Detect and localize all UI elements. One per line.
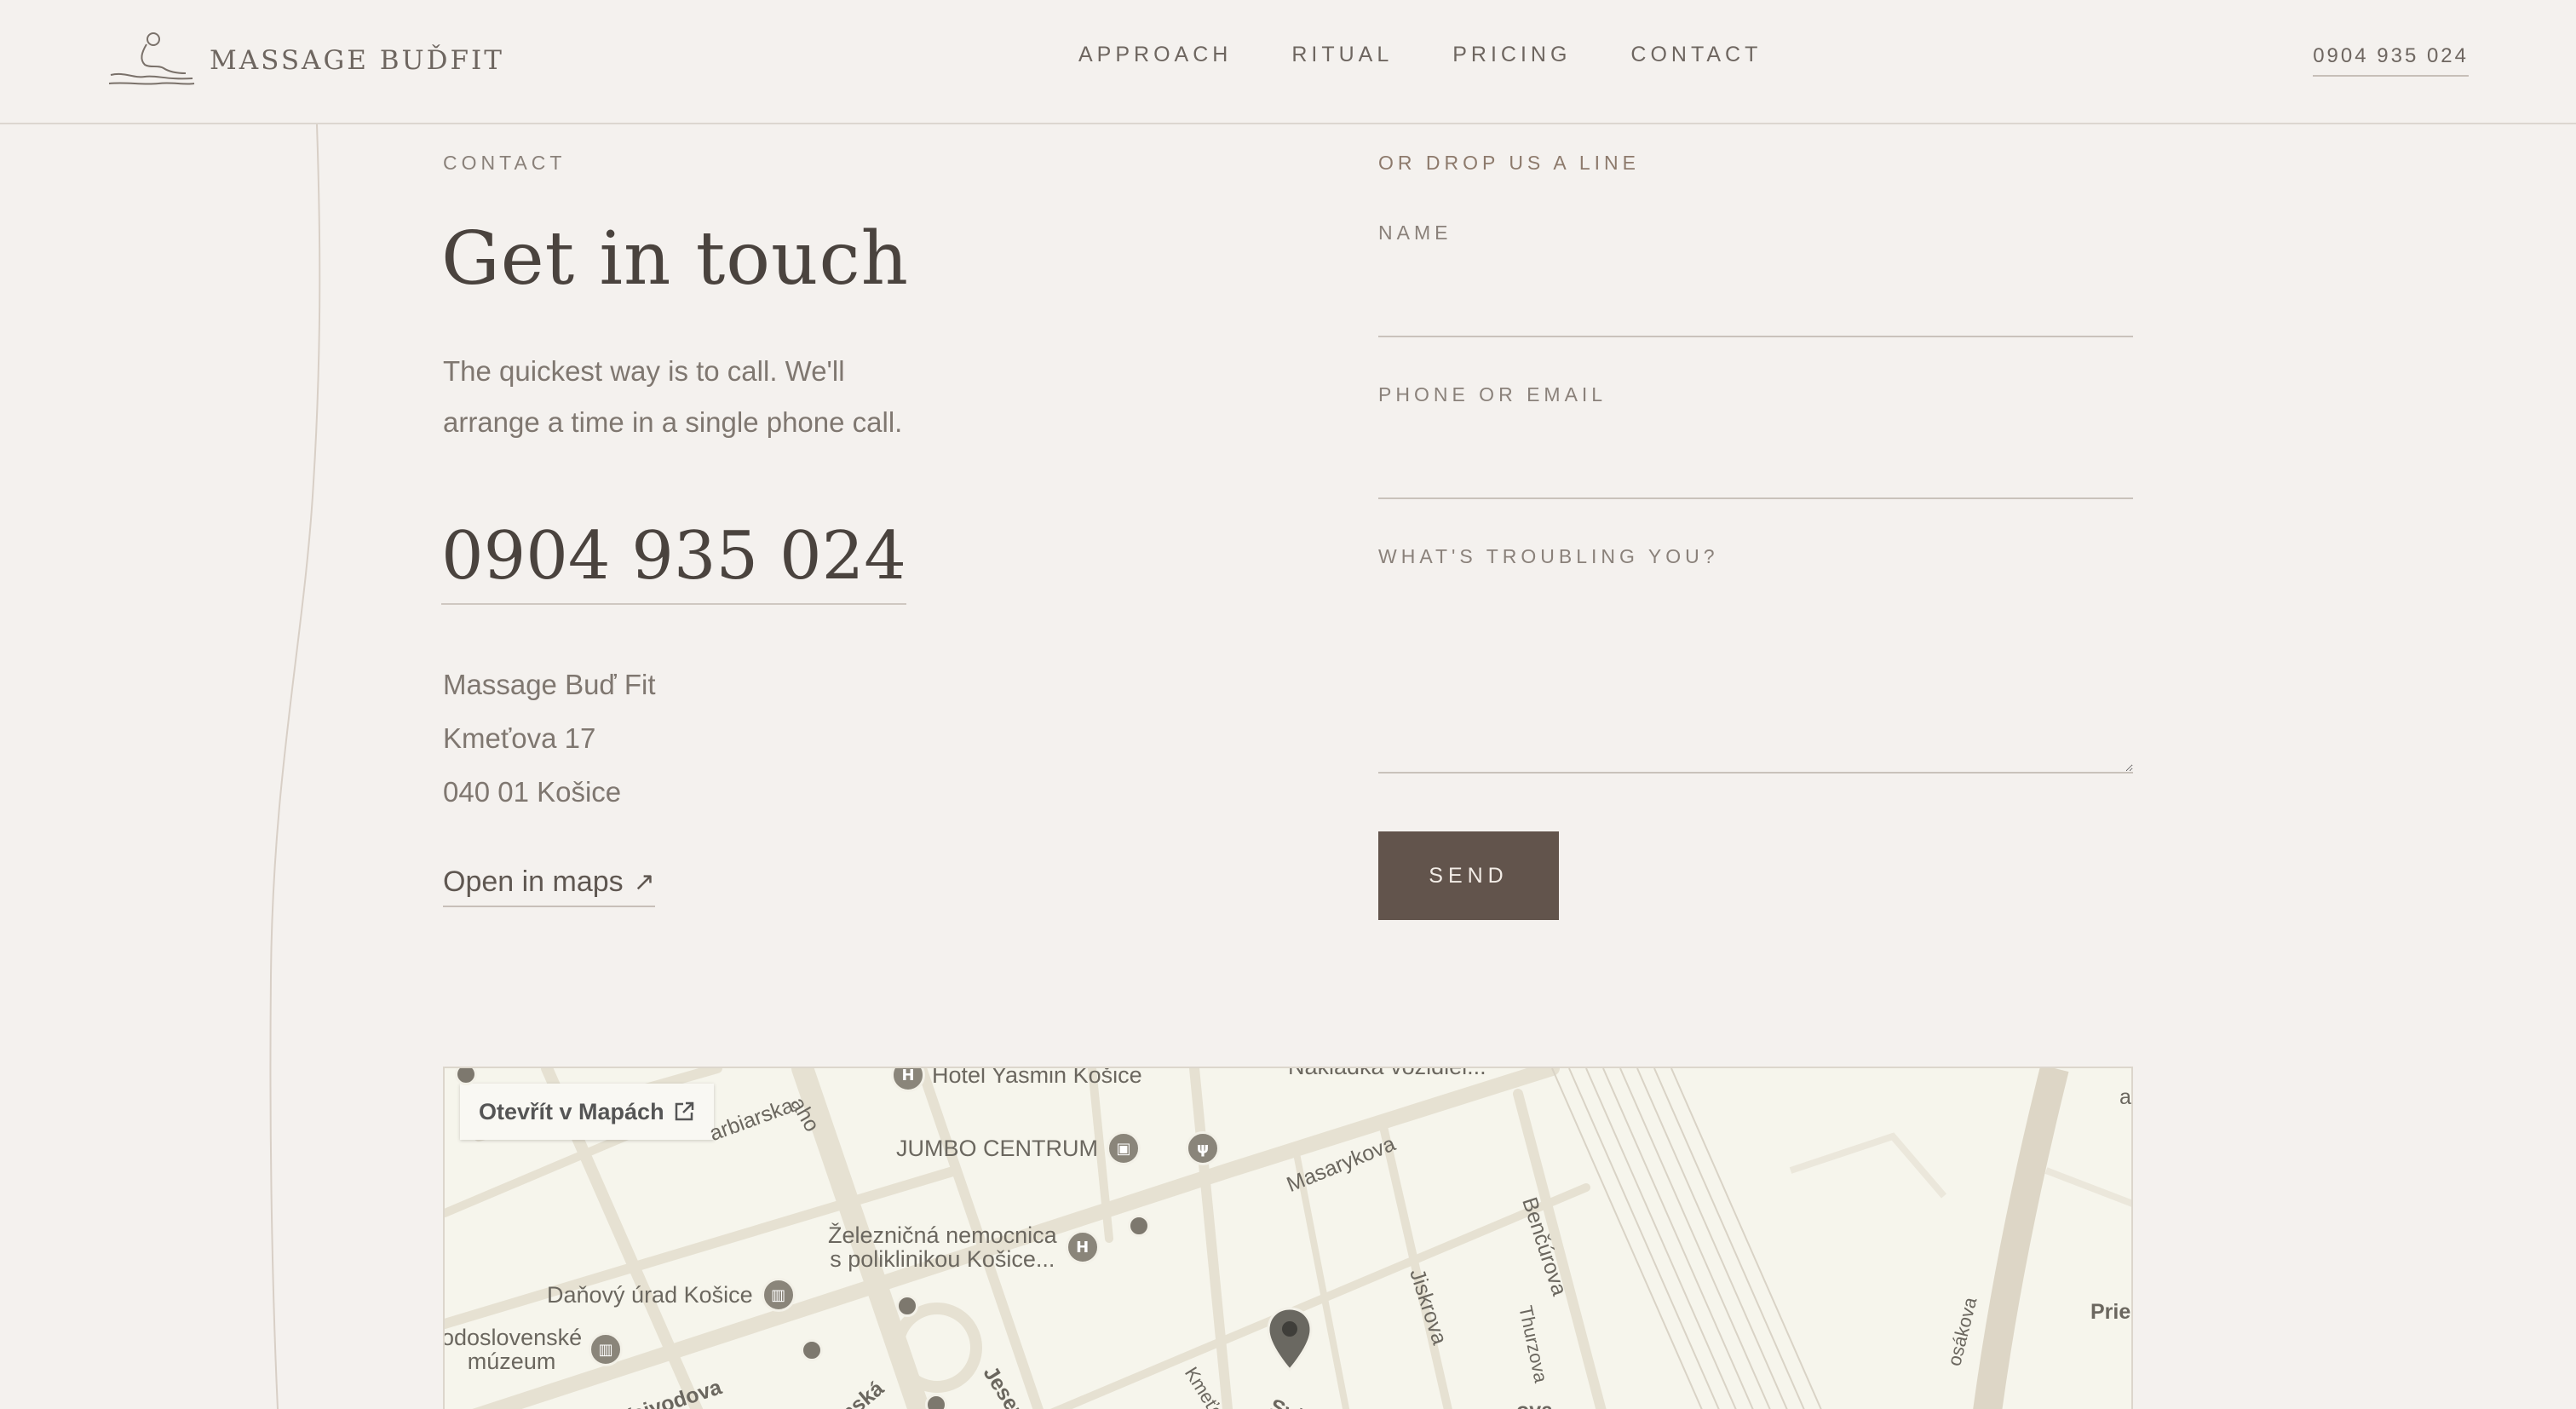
- poi-restaurant[interactable]: ψ: [1186, 1131, 1220, 1165]
- museum-icon: ▥: [589, 1332, 624, 1366]
- address-street: Kmeťova 17: [443, 722, 596, 754]
- open-in-maps-link[interactable]: Open in maps ↗: [443, 866, 655, 907]
- decorative-curve: [269, 124, 321, 1409]
- open-in-maps-button-label: Otevřít v Mapách: [479, 1098, 664, 1124]
- phone-email-input[interactable]: [1378, 451, 2133, 499]
- poi-jumbo-label: JUMBO CENTRUM: [896, 1136, 1098, 1161]
- poi-hospital-label-1: Železničná nemocnica: [828, 1222, 1057, 1248]
- logo[interactable]: MASSAGE BUĎFIT: [107, 31, 504, 90]
- poi-hospital-label-2: s poliklinikou Košice...: [830, 1246, 1055, 1272]
- poi-hospital-text: Železničná nemocnica s poliklinikou Koši…: [828, 1223, 1057, 1271]
- bus-stop-icon[interactable]: [801, 1339, 823, 1361]
- map-embed[interactable]: Otevřít v Mapách H Hotel Yasmin Košice J…: [443, 1067, 2133, 1409]
- massage-logo-icon: [108, 32, 195, 85]
- bus-stop-icon[interactable]: [896, 1295, 918, 1317]
- contact-lead: The quickest way is to call. We'll arran…: [443, 346, 971, 448]
- nav-contact[interactable]: CONTACT: [1630, 43, 1762, 67]
- page-title: Get in touch: [441, 216, 909, 302]
- form-eyebrow: OR DROP US A LINE: [1378, 152, 1640, 174]
- external-link-icon: [675, 1101, 693, 1121]
- street-label: ova: [1516, 1399, 1553, 1409]
- main-nav: APPROACH RITUAL PRICING CONTACT: [1078, 43, 1821, 67]
- lead-line-1: The quickest way is to call. We'll: [443, 355, 845, 387]
- poi-hotel[interactable]: H Hotel Yasmin Košice: [891, 1067, 1142, 1092]
- poi-museum-label-2: múzeum: [467, 1349, 556, 1374]
- logo-text: MASSAGE BUĎFIT: [210, 45, 504, 76]
- contact-phone-link[interactable]: 0904 935 024: [441, 518, 906, 605]
- message-label: WHAT'S TROUBLING YOU?: [1378, 545, 1719, 567]
- government-building-icon: ▥: [761, 1278, 796, 1312]
- name-label: NAME: [1378, 221, 1452, 244]
- hotel-icon: H: [891, 1068, 925, 1092]
- street-label: Prie: [2090, 1300, 2131, 1324]
- contact-eyebrow: CONTACT: [443, 152, 566, 174]
- bus-stop-icon[interactable]: [1128, 1215, 1150, 1237]
- open-in-maps-label: Open in maps: [443, 866, 624, 898]
- poi-museum[interactable]: odoslovenské múzeum ▥: [443, 1325, 624, 1374]
- nav-pricing[interactable]: PRICING: [1452, 43, 1571, 67]
- poi-museum-text: odoslovenské múzeum: [443, 1325, 583, 1374]
- poi-jumbo[interactable]: JUMBO CENTRUM ▣: [896, 1131, 1141, 1165]
- address-name: Massage Buď Fit: [443, 669, 656, 700]
- poi-tax-office-label: Daňový úrad Košice: [547, 1282, 753, 1308]
- address-city: 040 01 Košice: [443, 776, 622, 808]
- shopping-icon: ▣: [1107, 1131, 1141, 1165]
- location-pin-icon[interactable]: [1266, 1307, 1314, 1372]
- restaurant-icon: ψ: [1186, 1131, 1220, 1165]
- nav-approach[interactable]: APPROACH: [1078, 43, 1232, 67]
- name-input[interactable]: [1378, 290, 2133, 337]
- lead-line-2: arrange a time in a single phone call.: [443, 406, 903, 438]
- send-button[interactable]: SEND: [1378, 831, 1559, 920]
- street-label: a: [2119, 1085, 2131, 1109]
- poi-nakladka[interactable]: Nakládka vozidiel...: [1288, 1067, 1486, 1079]
- poi-museum-label-1: odoslovenské: [443, 1325, 583, 1350]
- poi-nakladka-label: Nakládka vozidiel...: [1288, 1067, 1486, 1079]
- poi-hotel-label: Hotel Yasmin Košice: [932, 1067, 1142, 1088]
- poi-hospital[interactable]: Železničná nemocnica s poliklinikou Koši…: [828, 1223, 1100, 1271]
- site-header: MASSAGE BUĎFIT APPROACH RITUAL PRICING C…: [0, 0, 2576, 124]
- arrow-up-right-icon: ↗: [633, 868, 655, 896]
- header-phone-link[interactable]: 0904 935 024: [2313, 44, 2469, 77]
- poi-tax-office[interactable]: Daňový úrad Košice ▥: [547, 1278, 796, 1312]
- nav-ritual[interactable]: RITUAL: [1291, 43, 1393, 67]
- hospital-icon: H: [1065, 1230, 1100, 1264]
- open-in-maps-button[interactable]: Otevřít v Mapách: [460, 1084, 714, 1140]
- address-block: Massage Buď Fit Kmeťova 17 040 01 Košice: [443, 658, 656, 819]
- phone-email-label: PHONE OR EMAIL: [1378, 383, 1607, 405]
- message-textarea[interactable]: [1378, 588, 2133, 774]
